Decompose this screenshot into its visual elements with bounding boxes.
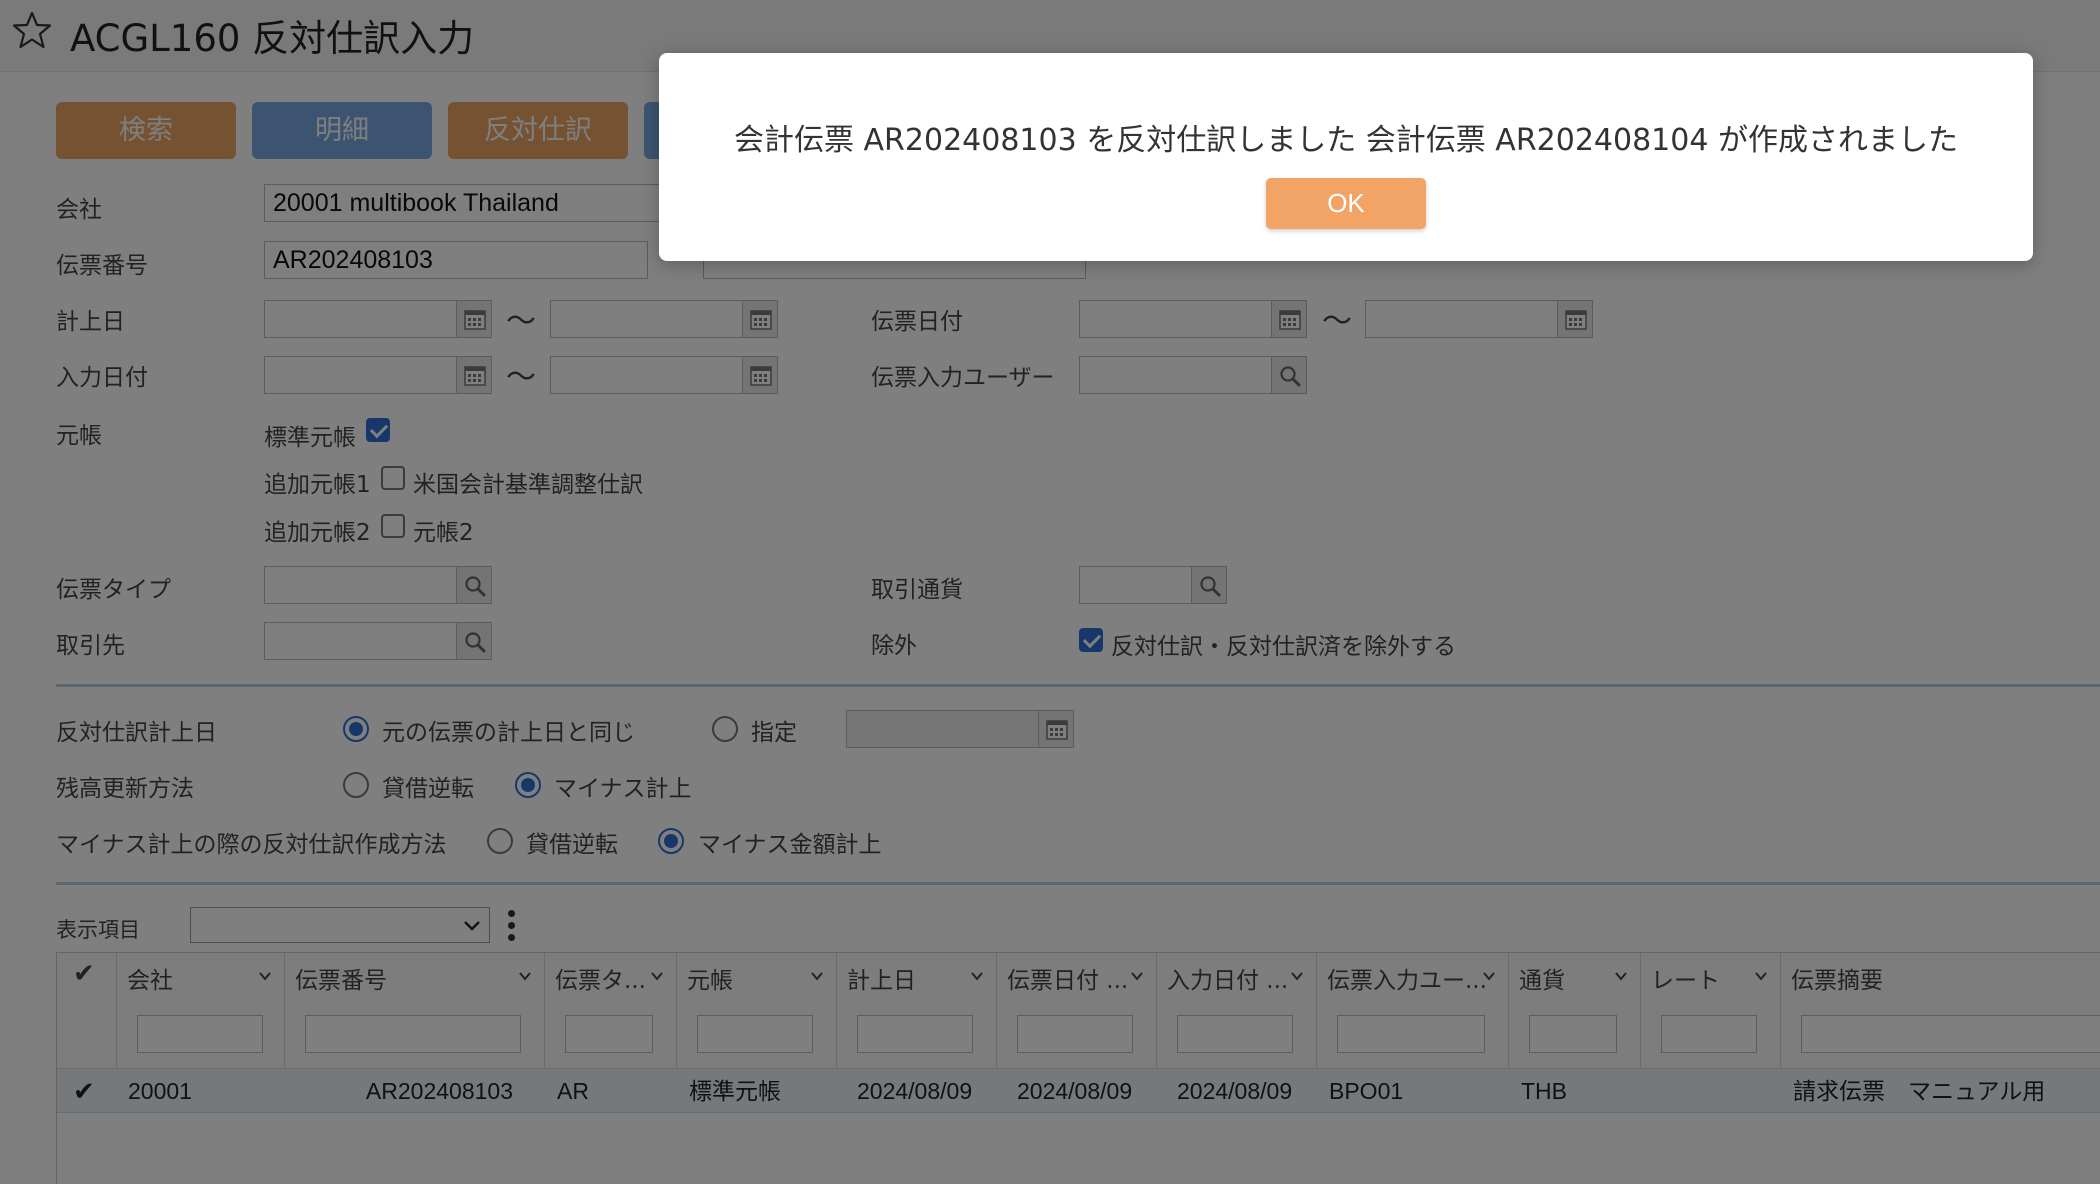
- ok-button[interactable]: OK: [1266, 178, 1426, 229]
- dialog-message: 会計伝票 AR202408103 を反対仕訳しました 会計伝票 AR202408…: [734, 123, 1958, 158]
- confirmation-dialog: 会計伝票 AR202408103 を反対仕訳しました 会計伝票 AR202408…: [659, 53, 2033, 261]
